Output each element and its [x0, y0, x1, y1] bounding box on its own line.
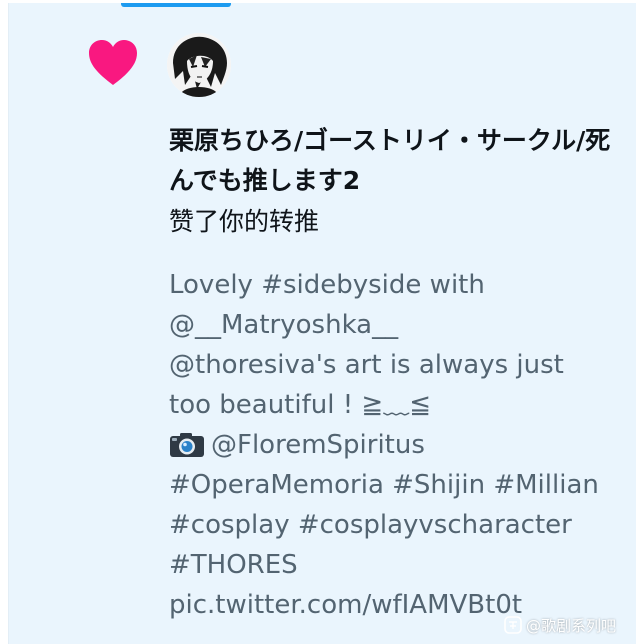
tweet-text[interactable]: Lovely #sidebyside with @__Matryoshka__ … [169, 265, 629, 625]
user-name[interactable]: 栗原ちひろ/ゴーストリイ・サークル/死んでも推します2 [169, 121, 619, 201]
mention-link[interactable]: @FloremSpiritus [211, 430, 425, 460]
action-text: 赞了你的转推 [169, 207, 320, 236]
tab-indicator [121, 3, 231, 7]
watermark-text: @歌剧系列吧 [526, 616, 617, 635]
tweet-line: too beautiful ! ≧﹏≦ [169, 390, 431, 420]
tweet-line: Lovely #sidebyside with [169, 270, 485, 300]
tieba-logo-icon [504, 616, 522, 634]
tweet-line: @thoresiva's art is always just [169, 350, 564, 380]
notification-card[interactable]: 栗原ちひろ/ゴーストリイ・サークル/死んでも推します2 赞了你的转推 Lovel… [8, 3, 636, 644]
heart-icon [89, 40, 137, 85]
photo-credit-line: @FloremSpiritus [169, 425, 629, 465]
mention-link[interactable]: @__Matryoshka__ [169, 305, 629, 345]
hashtag-line[interactable]: #THORES [169, 545, 629, 585]
camera-icon [170, 433, 204, 457]
watermark: @歌剧系列吧 [504, 614, 616, 636]
hashtag-line[interactable]: #OperaMemoria #Shijin #Millian [169, 465, 629, 505]
avatar[interactable] [167, 33, 231, 97]
hashtag-line[interactable]: #cosplay #cosplayvscharacter [169, 505, 629, 545]
